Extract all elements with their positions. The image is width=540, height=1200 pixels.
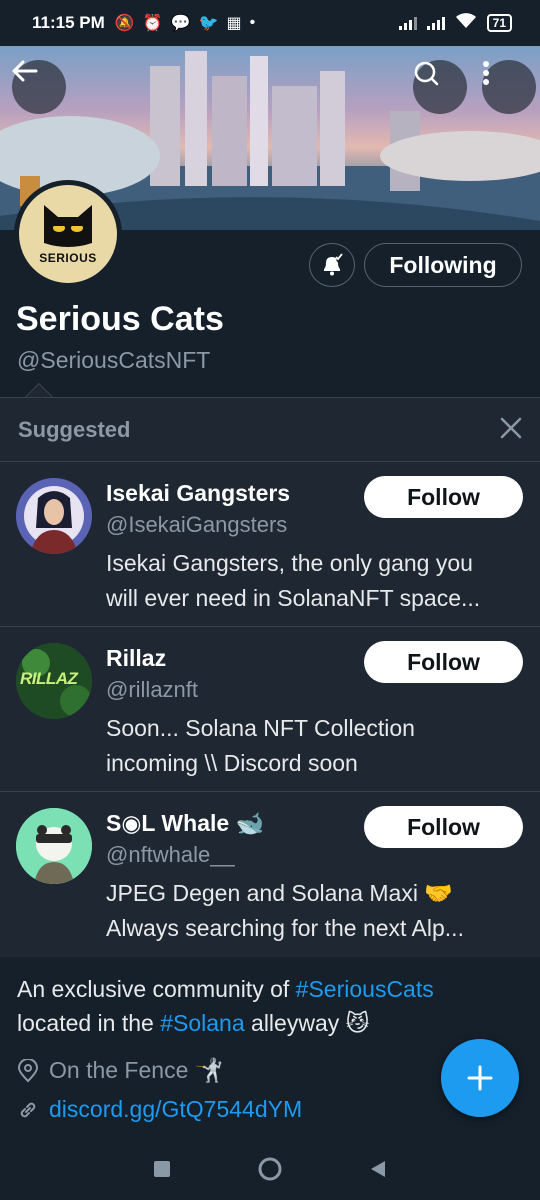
more-options-button[interactable] bbox=[482, 60, 536, 114]
profile-bio: An exclusive community of #SeriousCats l… bbox=[17, 972, 527, 1040]
suggested-handle: @nftwhale__ bbox=[106, 842, 235, 867]
close-icon bbox=[500, 417, 522, 438]
bio-line: Isekai Gangsters, the only gang you bbox=[106, 550, 473, 576]
suggested-account[interactable]: RILLAZ Rillaz @rillaznft Soon... Solana … bbox=[0, 627, 540, 792]
close-suggested-button[interactable] bbox=[500, 415, 522, 445]
suggested-name[interactable]: Isekai Gangsters bbox=[106, 480, 290, 507]
bio-line: incoming \\ Discord soon bbox=[106, 750, 358, 776]
gangster-avatar-image bbox=[16, 478, 92, 554]
more-vertical-icon bbox=[483, 61, 489, 85]
profile-display-name: Serious Cats bbox=[16, 300, 224, 338]
follow-button[interactable]: Follow bbox=[364, 641, 523, 683]
following-button[interactable]: Following bbox=[364, 243, 522, 287]
follow-button[interactable]: Follow bbox=[364, 806, 523, 848]
suggested-account[interactable]: S◉L Whale 🐋 @nftwhale__ JPEG Degen and S… bbox=[0, 792, 540, 957]
suggested-panel: Suggested Isekai Gangsters @IsekaiGangst… bbox=[0, 397, 540, 957]
app-icon: ▦ bbox=[226, 15, 242, 32]
follow-button[interactable]: Follow bbox=[364, 476, 523, 518]
suggested-bio: Soon... Solana NFT Collection incoming \… bbox=[106, 711, 526, 781]
profile-handle: @SeriousCatsNFT bbox=[17, 347, 211, 373]
search-button[interactable] bbox=[413, 60, 467, 114]
bio-line: Always searching for the next Alp... bbox=[106, 915, 464, 941]
wifi-icon bbox=[455, 12, 477, 34]
home-button[interactable] bbox=[257, 1156, 283, 1182]
bio-text: located in the bbox=[17, 1010, 161, 1036]
avatar-logo-text: SERIOUS bbox=[39, 251, 97, 265]
bio-line: JPEG Degen and Solana Maxi 🤝 bbox=[106, 880, 453, 906]
dot-icon: • bbox=[249, 14, 256, 31]
system-icons: 71 bbox=[398, 12, 512, 34]
suggested-bio: JPEG Degen and Solana Maxi 🤝 Always sear… bbox=[106, 876, 526, 946]
status-bar: 11:15 PM 🔕 ⏰ 💬 🐦 ▦ • 71 bbox=[0, 0, 540, 46]
status-time: 11:15 PM bbox=[32, 13, 105, 32]
signal-icon bbox=[398, 16, 417, 30]
notification-icons: 🔕 ⏰ 💬 🐦 ▦ • bbox=[115, 13, 255, 33]
suggested-header: Suggested bbox=[0, 398, 540, 462]
suggested-handle: @IsekaiGangsters bbox=[106, 512, 288, 537]
system-nav-bar bbox=[0, 1138, 540, 1200]
back-button[interactable] bbox=[12, 60, 66, 114]
signal-icon-2 bbox=[426, 16, 445, 30]
arrow-left-icon bbox=[12, 60, 38, 82]
plus-icon bbox=[467, 1065, 493, 1091]
search-icon bbox=[414, 61, 439, 86]
suggested-bio: Isekai Gangsters, the only gang you will… bbox=[106, 546, 526, 616]
bell-check-icon bbox=[324, 253, 343, 276]
rillaz-logo-text: RILLAZ bbox=[20, 669, 78, 688]
recents-button[interactable] bbox=[153, 1160, 171, 1178]
bio-line: Soon... Solana NFT Collection bbox=[106, 715, 415, 741]
suggested-avatar[interactable] bbox=[16, 478, 92, 554]
location-row: On the Fence 🤺 bbox=[17, 1057, 223, 1084]
suggested-account[interactable]: Isekai Gangsters @IsekaiGangsters Isekai… bbox=[0, 462, 540, 627]
messenger-icon: 💬 bbox=[170, 15, 191, 32]
hashtag-link[interactable]: #SeriousCats bbox=[296, 976, 434, 1002]
suggested-name[interactable]: Rillaz bbox=[106, 645, 166, 672]
location-pin-icon bbox=[17, 1058, 39, 1082]
whale-avatar-image bbox=[16, 808, 92, 884]
notifications-bell-button[interactable] bbox=[309, 243, 355, 287]
alarm-icon: ⏰ bbox=[142, 15, 163, 32]
back-nav-button[interactable] bbox=[369, 1159, 387, 1179]
profile-avatar[interactable]: SERIOUS bbox=[14, 180, 122, 288]
battery-icon: 71 bbox=[486, 14, 512, 32]
suggested-handle: @rillaznft bbox=[106, 677, 199, 702]
bio-line: will ever need in SolanaNFT space... bbox=[106, 585, 481, 611]
twitter-icon: 🐦 bbox=[198, 15, 219, 32]
bio-text: alleyway 😼 bbox=[244, 1010, 370, 1036]
suggested-avatar[interactable]: RILLAZ bbox=[16, 643, 92, 719]
hashtag-link[interactable]: #Solana bbox=[160, 1010, 244, 1036]
mute-icon: 🔕 bbox=[114, 15, 135, 32]
cat-logo-icon bbox=[44, 205, 92, 247]
suggested-avatar[interactable] bbox=[16, 808, 92, 884]
compose-tweet-button[interactable] bbox=[441, 1039, 519, 1117]
website-row: discord.gg/GtQ7544dYM bbox=[17, 1096, 302, 1123]
location-text: On the Fence 🤺 bbox=[49, 1057, 224, 1083]
link-icon bbox=[20, 1102, 36, 1117]
suggested-title: Suggested bbox=[18, 416, 131, 442]
suggested-name[interactable]: S◉L Whale 🐋 bbox=[106, 810, 264, 837]
bio-text: An exclusive community of bbox=[17, 976, 296, 1002]
website-link[interactable]: discord.gg/GtQ7544dYM bbox=[49, 1096, 302, 1123]
